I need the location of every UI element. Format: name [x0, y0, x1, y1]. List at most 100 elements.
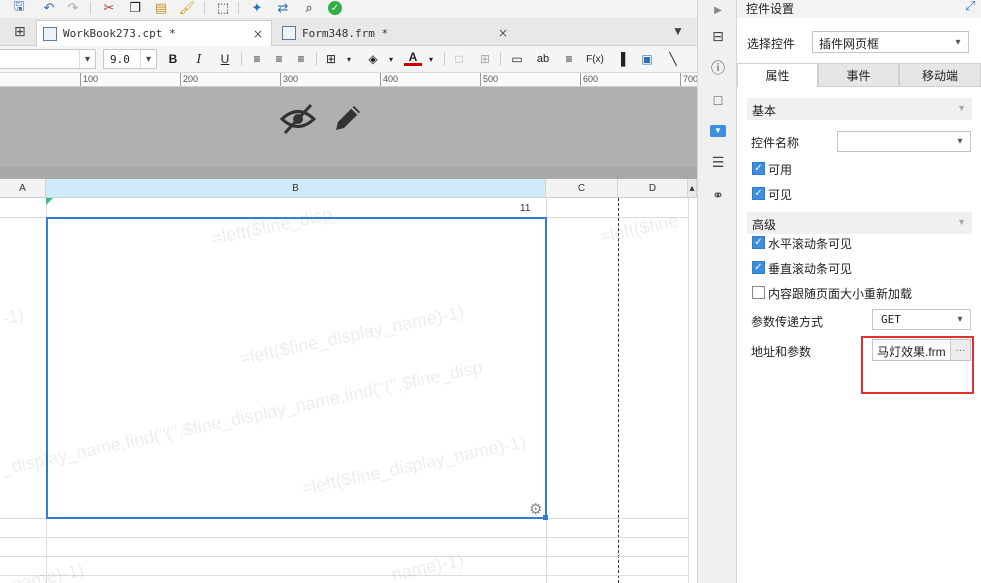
section-basic[interactable]: 基本 ▼ — [747, 98, 972, 120]
column-header-d[interactable]: D — [618, 179, 688, 198]
align-right-icon[interactable]: ≡ — [292, 51, 310, 67]
ruler-label: 700 — [683, 74, 697, 84]
tab-events[interactable]: 事件 — [818, 63, 899, 87]
list-icon[interactable]: ☰ — [708, 152, 728, 172]
preview-icon[interactable]: ⬚ — [214, 0, 232, 16]
band-separator — [0, 167, 697, 179]
select-widget-dropdown[interactable]: 插件网页框 ▾ — [812, 31, 969, 53]
undo-icon[interactable]: ↶ — [40, 0, 58, 16]
link-icon[interactable]: ⚭ — [708, 185, 728, 205]
web-frame-widget[interactable] — [46, 217, 547, 519]
widget-name-label: 控件名称 — [751, 136, 800, 150]
tab-form[interactable]: Form348.frm * × — [276, 20, 516, 46]
vscroll-checkbox[interactable]: ✓ — [752, 261, 765, 274]
pencil-icon[interactable] — [332, 102, 364, 134]
cut-icon[interactable]: ✂ — [100, 0, 118, 16]
sheet-grid: A B C D ▴ 11 ⚙ =left($fine_disp =left($f… — [0, 179, 697, 583]
formula-button[interactable]: F(x) — [584, 51, 606, 67]
tab-label: Form348.frm * — [302, 26, 389, 40]
expand-arrow-icon[interactable]: ▶ — [708, 0, 728, 20]
save-icon[interactable]: 🖫 — [10, 0, 28, 16]
expand-icon[interactable]: ⤢ — [965, 0, 975, 14]
grid-menu-icon[interactable]: ⊞ — [14, 23, 30, 39]
ruler-tick — [680, 73, 681, 86]
image-icon[interactable]: ▣ — [638, 51, 656, 67]
slash-icon[interactable]: ╲ — [664, 51, 682, 67]
hscroll-checkbox[interactable]: ✓ — [752, 236, 765, 249]
frame-icon[interactable]: □ — [708, 90, 728, 110]
reload-checkbox[interactable] — [752, 286, 765, 299]
paste-icon[interactable]: ▤ — [152, 0, 170, 16]
ruler-label: 300 — [283, 74, 299, 84]
text-tool-button[interactable]: ab — [534, 51, 552, 67]
enabled-label: 可用 — [768, 163, 793, 177]
tab-label: WorkBook273.cpt * — [63, 27, 176, 40]
quick-access-toolbar: 🖫 ↶ ↷ ✂ ❐ ▤ 🖌 ⬚ ✦ ⇄ ⌕ ✓ — [0, 0, 697, 18]
split-cells-icon[interactable]: ⊞ — [476, 51, 494, 67]
copy-icon[interactable]: ❐ — [126, 0, 144, 16]
chevron-down-icon: ▼ — [957, 217, 966, 227]
fill-color-icon[interactable]: ◈ — [364, 51, 382, 67]
redo-icon[interactable]: ↷ — [64, 0, 82, 16]
panel-title: 控件设置 — [746, 2, 795, 16]
toolbar-separator — [241, 52, 242, 66]
ruler-label: 600 — [583, 74, 599, 84]
sync-icon[interactable]: ⇄ — [274, 0, 292, 16]
cell-value[interactable]: 11 — [520, 203, 530, 214]
horizontal-ruler: 100 200 300 400 500 600 700 — [0, 73, 697, 87]
check-icon[interactable]: ✓ — [328, 1, 342, 15]
visible-checkbox[interactable]: ✓ — [752, 187, 765, 200]
enabled-checkbox[interactable]: ✓ — [752, 162, 765, 175]
tab-properties[interactable]: 属性 — [737, 63, 818, 87]
scroll-up-icon[interactable]: ▴ — [688, 179, 697, 198]
column-header-c[interactable]: C — [546, 179, 618, 198]
chevron-down-icon[interactable]: ▾ — [382, 51, 400, 67]
bold-button[interactable]: B — [164, 51, 182, 67]
tab-list-icon[interactable]: ▼ — [672, 24, 684, 38]
watermark-text: name)-1) — [10, 559, 86, 583]
toolbar-separator — [238, 2, 239, 14]
border-icon[interactable]: ⊞ — [322, 51, 340, 67]
grid-line — [0, 537, 688, 538]
format-painter-icon[interactable]: 🖌 — [178, 0, 196, 16]
chevron-down-icon[interactable]: ▾ — [422, 51, 440, 67]
section-advanced[interactable]: 高级 ▼ — [747, 212, 972, 234]
font-size-select[interactable]: 9.0 ▾ — [103, 49, 157, 69]
ruler-tick — [280, 73, 281, 86]
align-left-icon[interactable]: ≡ — [248, 51, 266, 67]
param-method-select[interactable]: GET ▾ — [872, 309, 971, 330]
font-family-select[interactable]: ▾ — [0, 49, 96, 69]
align-center-icon[interactable]: ≡ — [270, 51, 288, 67]
debug-icon[interactable]: ✦ — [248, 0, 266, 16]
search-doc-icon[interactable]: ⌕ — [300, 0, 318, 16]
chart-icon[interactable]: ▐ — [612, 51, 630, 67]
widget-name-field[interactable]: ▾ — [837, 131, 971, 152]
font-color-icon[interactable]: A — [404, 50, 422, 66]
close-icon[interactable]: × — [253, 27, 263, 41]
chevron-down-icon: ▾ — [957, 314, 963, 325]
widget-info-icon[interactable]: ⓘ — [708, 58, 728, 78]
select-widget-value: 插件网页框 — [819, 37, 880, 51]
ruler-label: 400 — [383, 74, 399, 84]
rich-text-icon[interactable]: ≡ — [560, 51, 578, 67]
italic-button[interactable]: I — [190, 51, 208, 67]
hidden-eye-icon[interactable] — [280, 102, 316, 136]
ruler-label: 100 — [83, 74, 99, 84]
merge-cells-icon[interactable]: □ — [450, 51, 468, 67]
textbox-icon[interactable]: ▭ — [508, 51, 526, 67]
tab-mobile[interactable]: 移动端 — [899, 63, 981, 87]
ruler-tick — [180, 73, 181, 86]
chevron-down-icon[interactable]: ▾ — [340, 51, 358, 67]
reload-label: 内容跟随页面大小重新加载 — [768, 287, 913, 301]
column-header-b[interactable]: B — [46, 179, 546, 198]
chevron-down-icon: ▼ — [957, 103, 966, 113]
layout-icon[interactable]: ⊟ — [708, 26, 728, 46]
underline-button[interactable]: U — [216, 51, 234, 67]
toolbar-separator — [500, 52, 501, 66]
column-header-a[interactable]: A — [0, 179, 46, 198]
side-icon-strip: ▶ ⊟ ⓘ □ ▼ ☰ ⚭ — [697, 0, 737, 583]
resize-handle[interactable] — [543, 515, 548, 520]
close-icon[interactable]: × — [498, 26, 508, 40]
widget-settings-icon[interactable]: ▼ — [708, 121, 728, 141]
tab-workbook[interactable]: WorkBook273.cpt * × — [36, 20, 272, 46]
